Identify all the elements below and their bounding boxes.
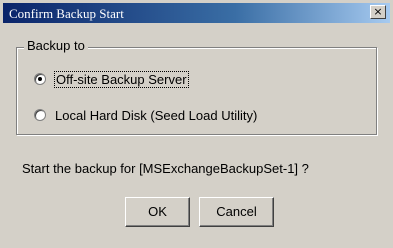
confirm-message: Start the backup for [MSExchangeBackupSe… (22, 161, 309, 176)
radio-button-unselected[interactable] (34, 109, 46, 121)
dialog-title: Confirm Backup Start (9, 6, 124, 21)
radio-button-selected[interactable] (34, 73, 46, 85)
confirm-backup-dialog: Confirm Backup Start × Backup to Off-sit… (0, 0, 393, 248)
ok-button[interactable]: OK (125, 197, 190, 227)
radio-local-hard-disk[interactable]: Local Hard Disk (Seed Load Utility) (34, 106, 257, 124)
radio-offsite-backup-server[interactable]: Off-site Backup Server (34, 70, 189, 88)
group-legend: Backup to (24, 38, 88, 53)
radio-label-local[interactable]: Local Hard Disk (Seed Load Utility) (55, 108, 257, 123)
radio-label-offsite[interactable]: Off-site Backup Server (54, 70, 189, 88)
radio-dot-icon (38, 77, 42, 81)
cancel-button[interactable]: Cancel (199, 197, 274, 227)
close-button[interactable]: × (370, 5, 386, 19)
close-icon: × (373, 5, 383, 18)
title-bar: Confirm Backup Start × (3, 3, 390, 23)
